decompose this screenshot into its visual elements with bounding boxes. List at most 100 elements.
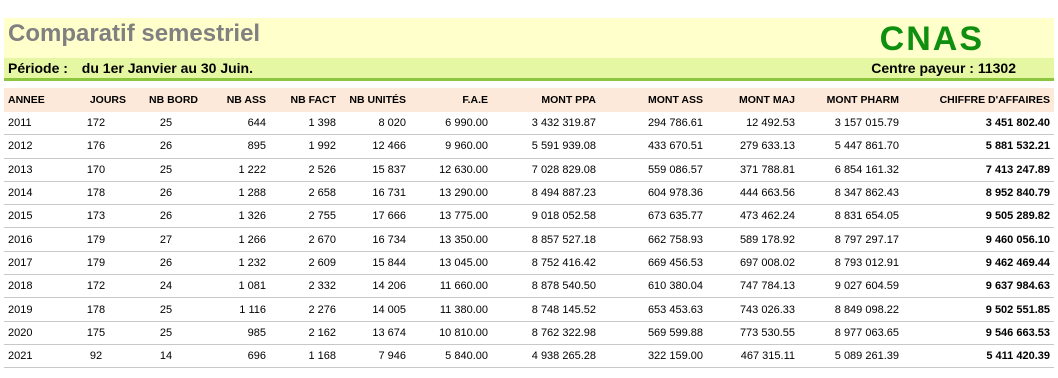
- table-row: 2018 172 24 1 081 2 332 14 206 11 660.00 8 878 …: [4, 274, 1054, 299]
- table-row: 2014 178 26 1 288 2 658 16 731 13 290.00 8 494 …: [4, 181, 1054, 206]
- table-cell: 697 008.02: [707, 251, 799, 276]
- table-cell: 662 758.93: [600, 227, 707, 252]
- table-cell: 2019: [4, 297, 62, 322]
- table-cell: 26: [130, 251, 202, 276]
- table-cell: 8 748 145.52: [492, 297, 600, 322]
- table-cell: 4 938 265.28: [492, 344, 600, 369]
- column-header-row: ANNEE JOURS NB BORD NB ASS NB FACT NB UN…: [4, 88, 1054, 112]
- table-cell: 2021: [4, 344, 62, 369]
- col-header-nb-ass: NB ASS: [202, 88, 270, 112]
- table-cell: 322 159.00: [600, 344, 707, 369]
- cnas-logo: CNAS: [879, 20, 984, 58]
- period-info: Période : du 1er Janvier au 30 Juin.: [8, 60, 253, 76]
- table-cell: 172: [62, 112, 130, 136]
- table-cell: 3 451 802.40: [903, 112, 1054, 136]
- table-cell: 7 946: [340, 344, 410, 369]
- table-cell: 569 599.88: [600, 321, 707, 345]
- table-cell: 2 609: [270, 251, 340, 276]
- period-label: Période :: [8, 60, 68, 76]
- table-cell: 5 089 261.39: [799, 344, 903, 369]
- table-cell: 7 028 829.08: [492, 158, 600, 182]
- table-cell: 8 952 840.79: [903, 181, 1054, 206]
- table-cell: 279 633.13: [707, 134, 799, 159]
- table-cell: 2012: [4, 134, 62, 159]
- table-row: 2021 92 14 696 1 168 7 946 5 840.00 4 938 265.2…: [4, 344, 1054, 369]
- table-cell: 8 977 063.65: [799, 321, 903, 345]
- table-cell: 27: [130, 227, 202, 252]
- table-cell: 1 116: [202, 297, 270, 322]
- table-cell: 2 526: [270, 158, 340, 182]
- table-cell: 610 380.04: [600, 274, 707, 299]
- table-cell: 2 658: [270, 181, 340, 206]
- table-cell: 9 960.00: [410, 134, 492, 159]
- table-cell: 17 666: [340, 204, 410, 229]
- payer-center: Centre payeur : 11302: [871, 60, 1016, 76]
- table-cell: 26: [130, 134, 202, 159]
- table-cell: 9 027 604.59: [799, 274, 903, 299]
- table-cell: 7 413 247.89: [903, 158, 1054, 182]
- table-cell: 2 670: [270, 227, 340, 252]
- table-cell: 13 350.00: [410, 227, 492, 252]
- table-cell: 673 635.77: [600, 204, 707, 229]
- table-cell: 176: [62, 134, 130, 159]
- table-cell: 25: [130, 297, 202, 322]
- table-row: 2015 173 26 1 326 2 755 17 666 13 775.00 9 018 …: [4, 204, 1054, 229]
- col-header-annee: ANNEE: [4, 88, 62, 112]
- table-cell: 14 005: [340, 297, 410, 322]
- table-cell: 8 878 540.50: [492, 274, 600, 299]
- table-cell: 25: [130, 321, 202, 345]
- table-cell: 8 857 527.18: [492, 227, 600, 252]
- table-cell: 26: [130, 181, 202, 206]
- table-cell: 2015: [4, 204, 62, 229]
- table-row: 2011 172 25 644 1 398 8 020 6 990.00 3 432 319.…: [4, 112, 1054, 136]
- table-cell: 559 086.57: [600, 158, 707, 182]
- table-cell: 773 530.55: [707, 321, 799, 345]
- table-row: 2013 170 25 1 222 2 526 15 837 12 630.00 7 028 …: [4, 158, 1054, 182]
- table-cell: 11 660.00: [410, 274, 492, 299]
- table-cell: 5 411 420.39: [903, 344, 1054, 369]
- page-title: Comparatif semestriel: [8, 20, 261, 47]
- table-cell: 2013: [4, 158, 62, 182]
- table-cell: 178: [62, 297, 130, 322]
- table-cell: 179: [62, 227, 130, 252]
- table-cell: 175: [62, 321, 130, 345]
- table-cell: 25: [130, 112, 202, 136]
- table-cell: 173: [62, 204, 130, 229]
- table-cell: 5 840.00: [410, 344, 492, 369]
- table-cell: 16 731: [340, 181, 410, 206]
- table-row: 2019 178 25 1 116 2 276 14 005 11 380.00 8 748 …: [4, 297, 1054, 322]
- table-row: 2016 179 27 1 266 2 670 16 734 13 350.00 8 857 …: [4, 227, 1054, 252]
- table-cell: 653 453.63: [600, 297, 707, 322]
- table-cell: 15 844: [340, 251, 410, 276]
- table-cell: 2011: [4, 112, 62, 136]
- table-cell: 6 990.00: [410, 112, 492, 136]
- table-cell: 2020: [4, 321, 62, 345]
- period-bar: Période : du 1er Janvier au 30 Juin. Cen…: [4, 58, 1054, 81]
- table-cell: 644: [202, 112, 270, 136]
- table-cell: 8 849 098.22: [799, 297, 903, 322]
- table-cell: 1 232: [202, 251, 270, 276]
- table-cell: 9 460 056.10: [903, 227, 1054, 252]
- table-body: 2011 172 25 644 1 398 8 020 6 990.00 3 432 319.…: [4, 112, 1054, 369]
- table-cell: 9 546 663.53: [903, 321, 1054, 345]
- table-cell: 444 663.56: [707, 181, 799, 206]
- table-cell: 179: [62, 251, 130, 276]
- table-cell: 1 398: [270, 112, 340, 136]
- table-cell: 5 447 861.70: [799, 134, 903, 159]
- table-cell: 170: [62, 158, 130, 182]
- table-cell: 8 762 322.98: [492, 321, 600, 345]
- col-header-jours: JOURS: [62, 88, 130, 112]
- table-cell: 13 290.00: [410, 181, 492, 206]
- table-cell: 8 020: [340, 112, 410, 136]
- table-cell: 2 276: [270, 297, 340, 322]
- table-cell: 371 788.81: [707, 158, 799, 182]
- table-cell: 1 992: [270, 134, 340, 159]
- table-cell: 3 432 319.87: [492, 112, 600, 136]
- table-cell: 2014: [4, 181, 62, 206]
- table-cell: 8 831 654.05: [799, 204, 903, 229]
- table-cell: 2 755: [270, 204, 340, 229]
- table-cell: 13 674: [340, 321, 410, 345]
- col-header-mont-ass: MONT ASS: [600, 88, 707, 112]
- table-cell: 3 157 015.79: [799, 112, 903, 136]
- table-cell: 1 326: [202, 204, 270, 229]
